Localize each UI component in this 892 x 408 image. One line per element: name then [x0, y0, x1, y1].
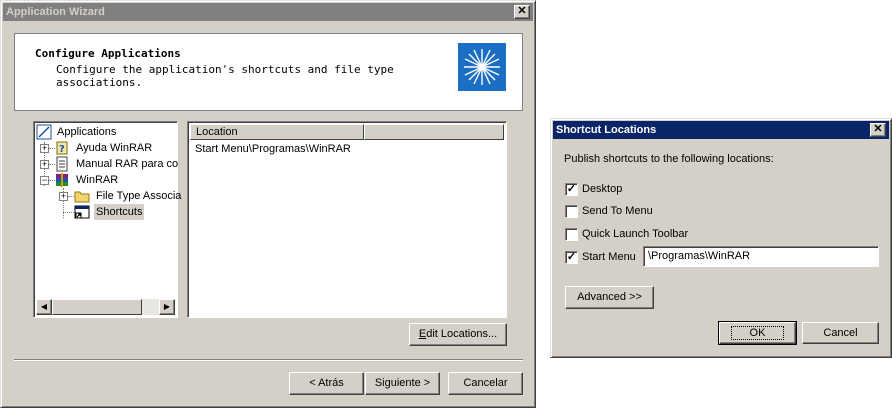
shortcut-prompt: Publish shortcuts to the following locat…	[564, 153, 774, 165]
shortcut-locations-dialog: Shortcut Locations ✕ Publish shortcuts t…	[550, 118, 892, 358]
edit-locations-button[interactable]: Edit Locations...	[409, 323, 507, 346]
wizard-cancel-button[interactable]: Cancelar	[448, 372, 523, 395]
shortcut-icon	[74, 205, 90, 219]
document-icon	[56, 156, 68, 172]
expand-plus-icon[interactable]: +	[40, 160, 49, 169]
splitter[interactable]	[179, 121, 187, 318]
shortcut-cancel-button[interactable]: Cancel	[802, 322, 879, 344]
next-button[interactable]: Siguiente >	[365, 372, 440, 395]
start-menu-path-input[interactable]: \Programas\WinRAR	[643, 246, 879, 267]
wizard-titlebar[interactable]: Application Wizard ✕	[3, 3, 533, 21]
shortcut-dialog-title: Shortcut Locations	[556, 124, 657, 136]
tree-item-label: Manual RAR para co	[76, 158, 179, 170]
winrar-icon	[56, 173, 68, 187]
ok-button[interactable]: OK	[718, 321, 797, 345]
wizard-header-panel: Configure Applications Configure the app…	[14, 33, 523, 111]
scroll-thumb[interactable]	[52, 299, 142, 315]
wizard-divider	[14, 359, 523, 361]
column-header-location[interactable]: Location	[190, 124, 364, 140]
desktop-label[interactable]: Desktop	[582, 183, 622, 195]
back-button[interactable]: < Atrás	[289, 372, 364, 395]
application-tree[interactable]: Applications + ? Ayuda WinRAR + Manual R…	[33, 121, 182, 318]
expand-plus-icon[interactable]: +	[40, 144, 49, 153]
applications-icon	[36, 124, 52, 140]
collapse-minus-icon[interactable]: −	[40, 176, 49, 185]
tree-item-label: File Type Associa	[96, 190, 182, 202]
tree-item-label: Shortcuts	[94, 204, 145, 220]
wizard-title: Application Wizard	[6, 6, 105, 18]
quick-launch-label[interactable]: Quick Launch Toolbar	[582, 228, 688, 240]
start-menu-label[interactable]: Start Menu	[582, 251, 636, 263]
tree-horizontal-scrollbar[interactable]: ◀ ▶	[36, 299, 175, 315]
send-to-menu-label[interactable]: Send To Menu	[582, 205, 653, 217]
help-document-icon: ?	[56, 141, 68, 155]
location-list[interactable]: Location Start Menu\Programas\WinRAR	[187, 121, 507, 318]
wizard-header-title: Configure Applications	[35, 47, 181, 60]
wizard-header-desc-line1: Configure the application's shortcuts an…	[56, 63, 394, 76]
folder-icon	[74, 191, 90, 203]
tree-item-label: Ayuda WinRAR	[76, 142, 153, 154]
wizard-header-desc-line2: associations.	[56, 76, 143, 89]
scroll-right-button[interactable]: ▶	[159, 299, 175, 315]
shortcut-dialog-close-button[interactable]: ✕	[870, 123, 886, 137]
expand-plus-icon[interactable]: +	[59, 192, 68, 201]
scroll-left-button[interactable]: ◀	[36, 299, 52, 315]
svg-text:?: ?	[59, 144, 65, 155]
start-menu-checkbox[interactable]: ✓	[565, 251, 578, 264]
quick-launch-checkbox[interactable]	[565, 228, 578, 241]
tree-item-label: WinRAR	[76, 174, 119, 186]
list-header: Location	[190, 124, 504, 140]
tree-item-label: Applications	[57, 126, 117, 138]
shortcut-dialog-titlebar[interactable]: Shortcut Locations ✕	[553, 121, 889, 139]
application-wizard-window: Application Wizard ✕ Configure Applicati…	[0, 0, 536, 408]
wizard-logo-icon	[458, 43, 506, 91]
wizard-close-button[interactable]: ✕	[514, 5, 530, 19]
send-to-menu-checkbox[interactable]	[565, 205, 578, 218]
desktop-checkbox[interactable]: ✓	[565, 183, 578, 196]
column-header-empty[interactable]	[364, 124, 504, 140]
advanced-button[interactable]: Advanced >>	[565, 286, 654, 309]
list-row[interactable]: Start Menu\Programas\WinRAR	[195, 143, 351, 155]
